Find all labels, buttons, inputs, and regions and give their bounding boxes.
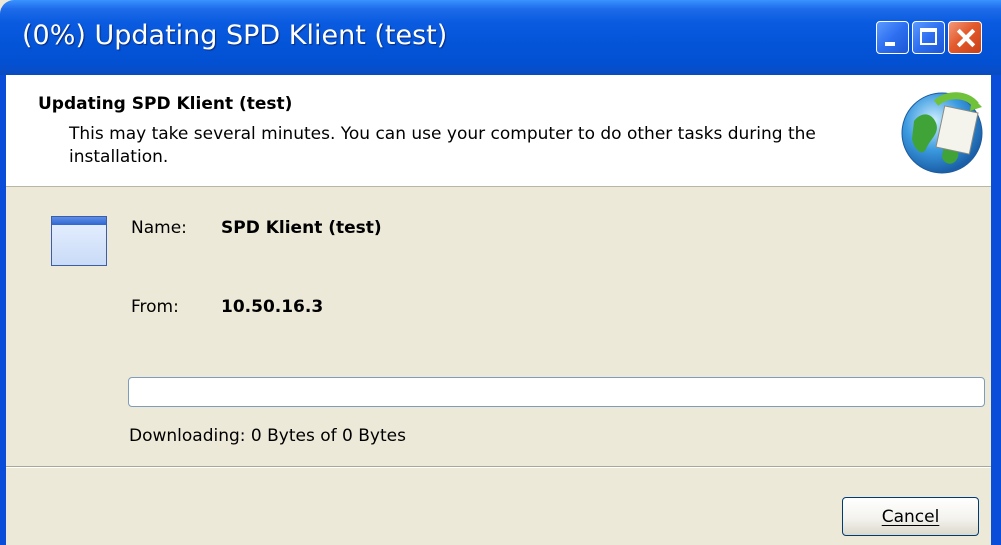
cancel-button[interactable]: Cancel <box>842 497 979 536</box>
download-progress-bar <box>128 377 985 407</box>
application-icon-titlebar <box>52 217 106 225</box>
name-value: SPD Klient (test) <box>221 218 382 238</box>
title-bar[interactable]: (0%) Updating SPD Klient (test) <box>0 0 1001 75</box>
minimize-icon <box>885 42 895 46</box>
close-button[interactable] <box>948 21 982 54</box>
close-icon <box>949 22 981 53</box>
header-title: Updating SPD Klient (test) <box>38 94 293 114</box>
globe-install-icon <box>901 92 983 174</box>
maximize-button[interactable] <box>912 21 945 54</box>
from-label: From: <box>131 297 179 317</box>
dialog-header: Updating SPD Klient (test) This may take… <box>6 75 991 187</box>
cancel-button-label: Cancel <box>881 506 940 527</box>
window-frame-right <box>991 75 1001 545</box>
from-value: 10.50.16.3 <box>221 297 324 317</box>
application-icon <box>51 216 107 266</box>
download-status: Downloading: 0 Bytes of 0 Bytes <box>129 426 406 446</box>
minimize-button[interactable] <box>876 21 909 54</box>
install-dialog-window: (0%) Updating SPD Klient (test) Updating… <box>0 0 1001 545</box>
header-description: This may take several minutes. You can u… <box>69 124 816 167</box>
maximize-icon <box>920 28 937 45</box>
window-title: (0%) Updating SPD Klient (test) <box>22 20 448 51</box>
name-label: Name: <box>131 218 187 238</box>
footer-divider <box>6 466 991 468</box>
